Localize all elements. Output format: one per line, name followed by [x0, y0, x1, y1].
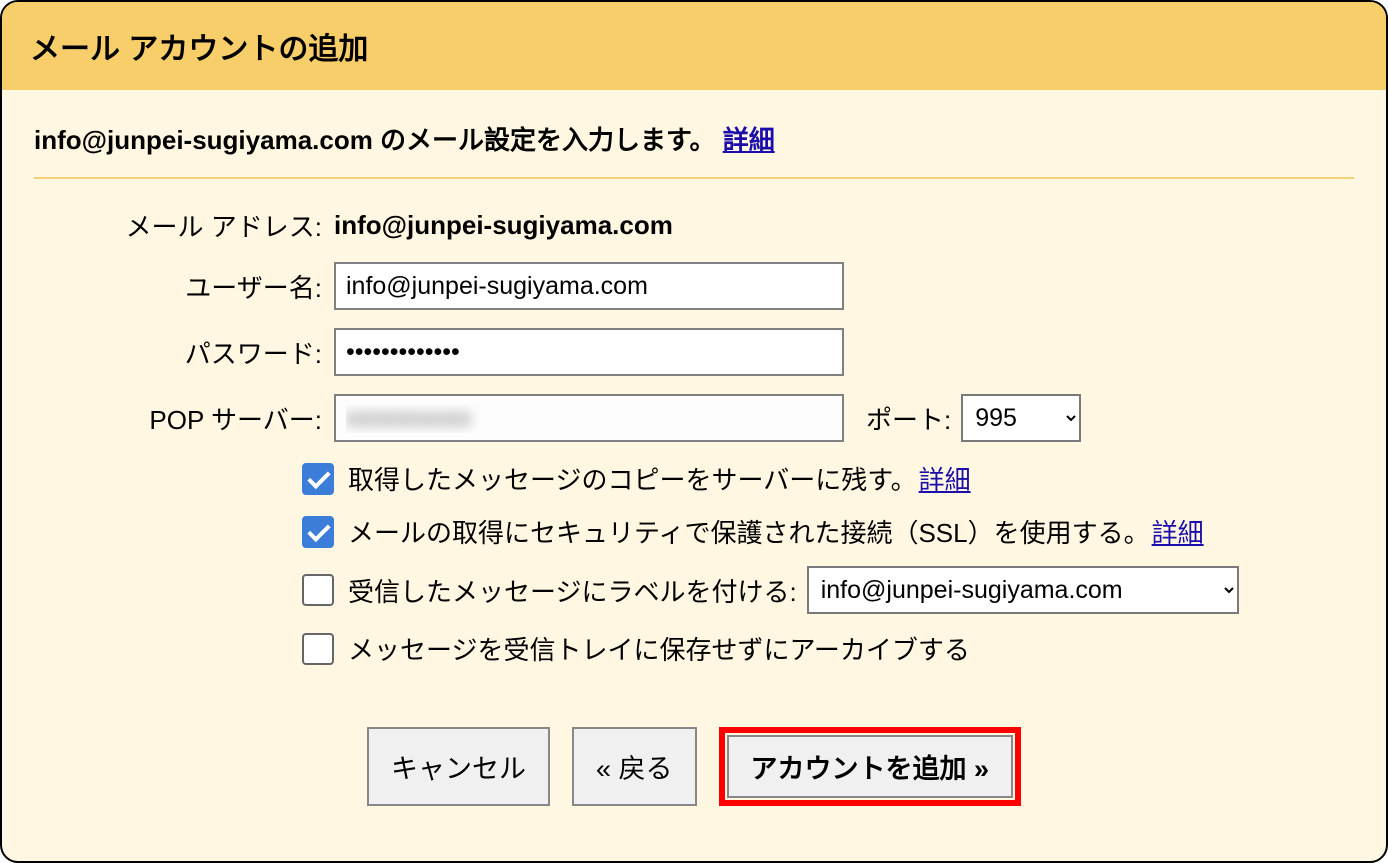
password-label: パスワード: — [34, 334, 334, 371]
use-ssl-checkbox[interactable] — [302, 516, 334, 548]
instruction-text: info@junpei-sugiyama.com のメール設定を入力します。 — [34, 125, 715, 155]
password-input[interactable] — [334, 328, 844, 376]
leave-copy-detail-link[interactable]: 詳細 — [919, 460, 971, 497]
apply-label-text: 受信したメッセージにラベルを付ける: — [348, 572, 797, 609]
dialog-body: info@junpei-sugiyama.com のメール設定を入力します。 詳… — [2, 90, 1386, 846]
row-use-ssl: メールの取得にセキュリティで保護された接続（SSL）を使用する。 詳細 — [302, 513, 1354, 550]
use-ssl-label: メールの取得にセキュリティで保護された接続（SSL）を使用する。 — [348, 513, 1150, 550]
pop-server-label: POP サーバー: — [34, 400, 334, 437]
instruction-line: info@junpei-sugiyama.com のメール設定を入力します。 詳… — [34, 120, 1354, 157]
archive-label: メッセージを受信トレイに保存せずにアーカイブする — [348, 630, 970, 667]
button-row: キャンセル « 戻る アカウントを追加 » — [34, 727, 1354, 806]
add-account-button[interactable]: アカウントを追加 » — [727, 735, 1014, 798]
leave-copy-checkbox[interactable] — [302, 463, 334, 495]
port-label: ポート: — [866, 400, 951, 437]
use-ssl-detail-link[interactable]: 詳細 — [1152, 513, 1204, 550]
cancel-button[interactable]: キャンセル — [367, 727, 550, 806]
row-email: メール アドレス: info@junpei-sugiyama.com — [34, 207, 1354, 244]
port-select[interactable]: 995 — [961, 394, 1081, 442]
username-input[interactable] — [334, 262, 844, 310]
username-label: ユーザー名: — [34, 268, 334, 305]
instruction-detail-link[interactable]: 詳細 — [723, 125, 775, 155]
pop-server-input[interactable] — [334, 394, 844, 442]
apply-label-select[interactable]: info@junpei-sugiyama.com — [807, 566, 1239, 614]
row-archive: メッセージを受信トレイに保存せずにアーカイブする — [302, 630, 1354, 667]
row-pop-server: POP サーバー: ポート: 995 — [34, 394, 1354, 442]
dialog-title: メール アカウントの追加 — [2, 2, 1386, 90]
leave-copy-label: 取得したメッセージのコピーをサーバーに残す。 — [348, 460, 917, 497]
archive-checkbox[interactable] — [302, 633, 334, 665]
row-leave-copy: 取得したメッセージのコピーをサーバーに残す。 詳細 — [302, 460, 1354, 497]
row-username: ユーザー名: — [34, 262, 1354, 310]
separator — [34, 177, 1354, 179]
email-label: メール アドレス: — [34, 207, 334, 244]
email-value: info@junpei-sugiyama.com — [334, 210, 673, 241]
add-mail-account-dialog: メール アカウントの追加 info@junpei-sugiyama.com のメ… — [0, 0, 1388, 863]
row-apply-label: 受信したメッセージにラベルを付ける: info@junpei-sugiyama.… — [302, 566, 1354, 614]
row-password: パスワード: — [34, 328, 1354, 376]
add-account-highlight: アカウントを追加 » — [719, 727, 1022, 806]
back-button[interactable]: « 戻る — [572, 727, 697, 806]
apply-label-checkbox[interactable] — [302, 574, 334, 606]
